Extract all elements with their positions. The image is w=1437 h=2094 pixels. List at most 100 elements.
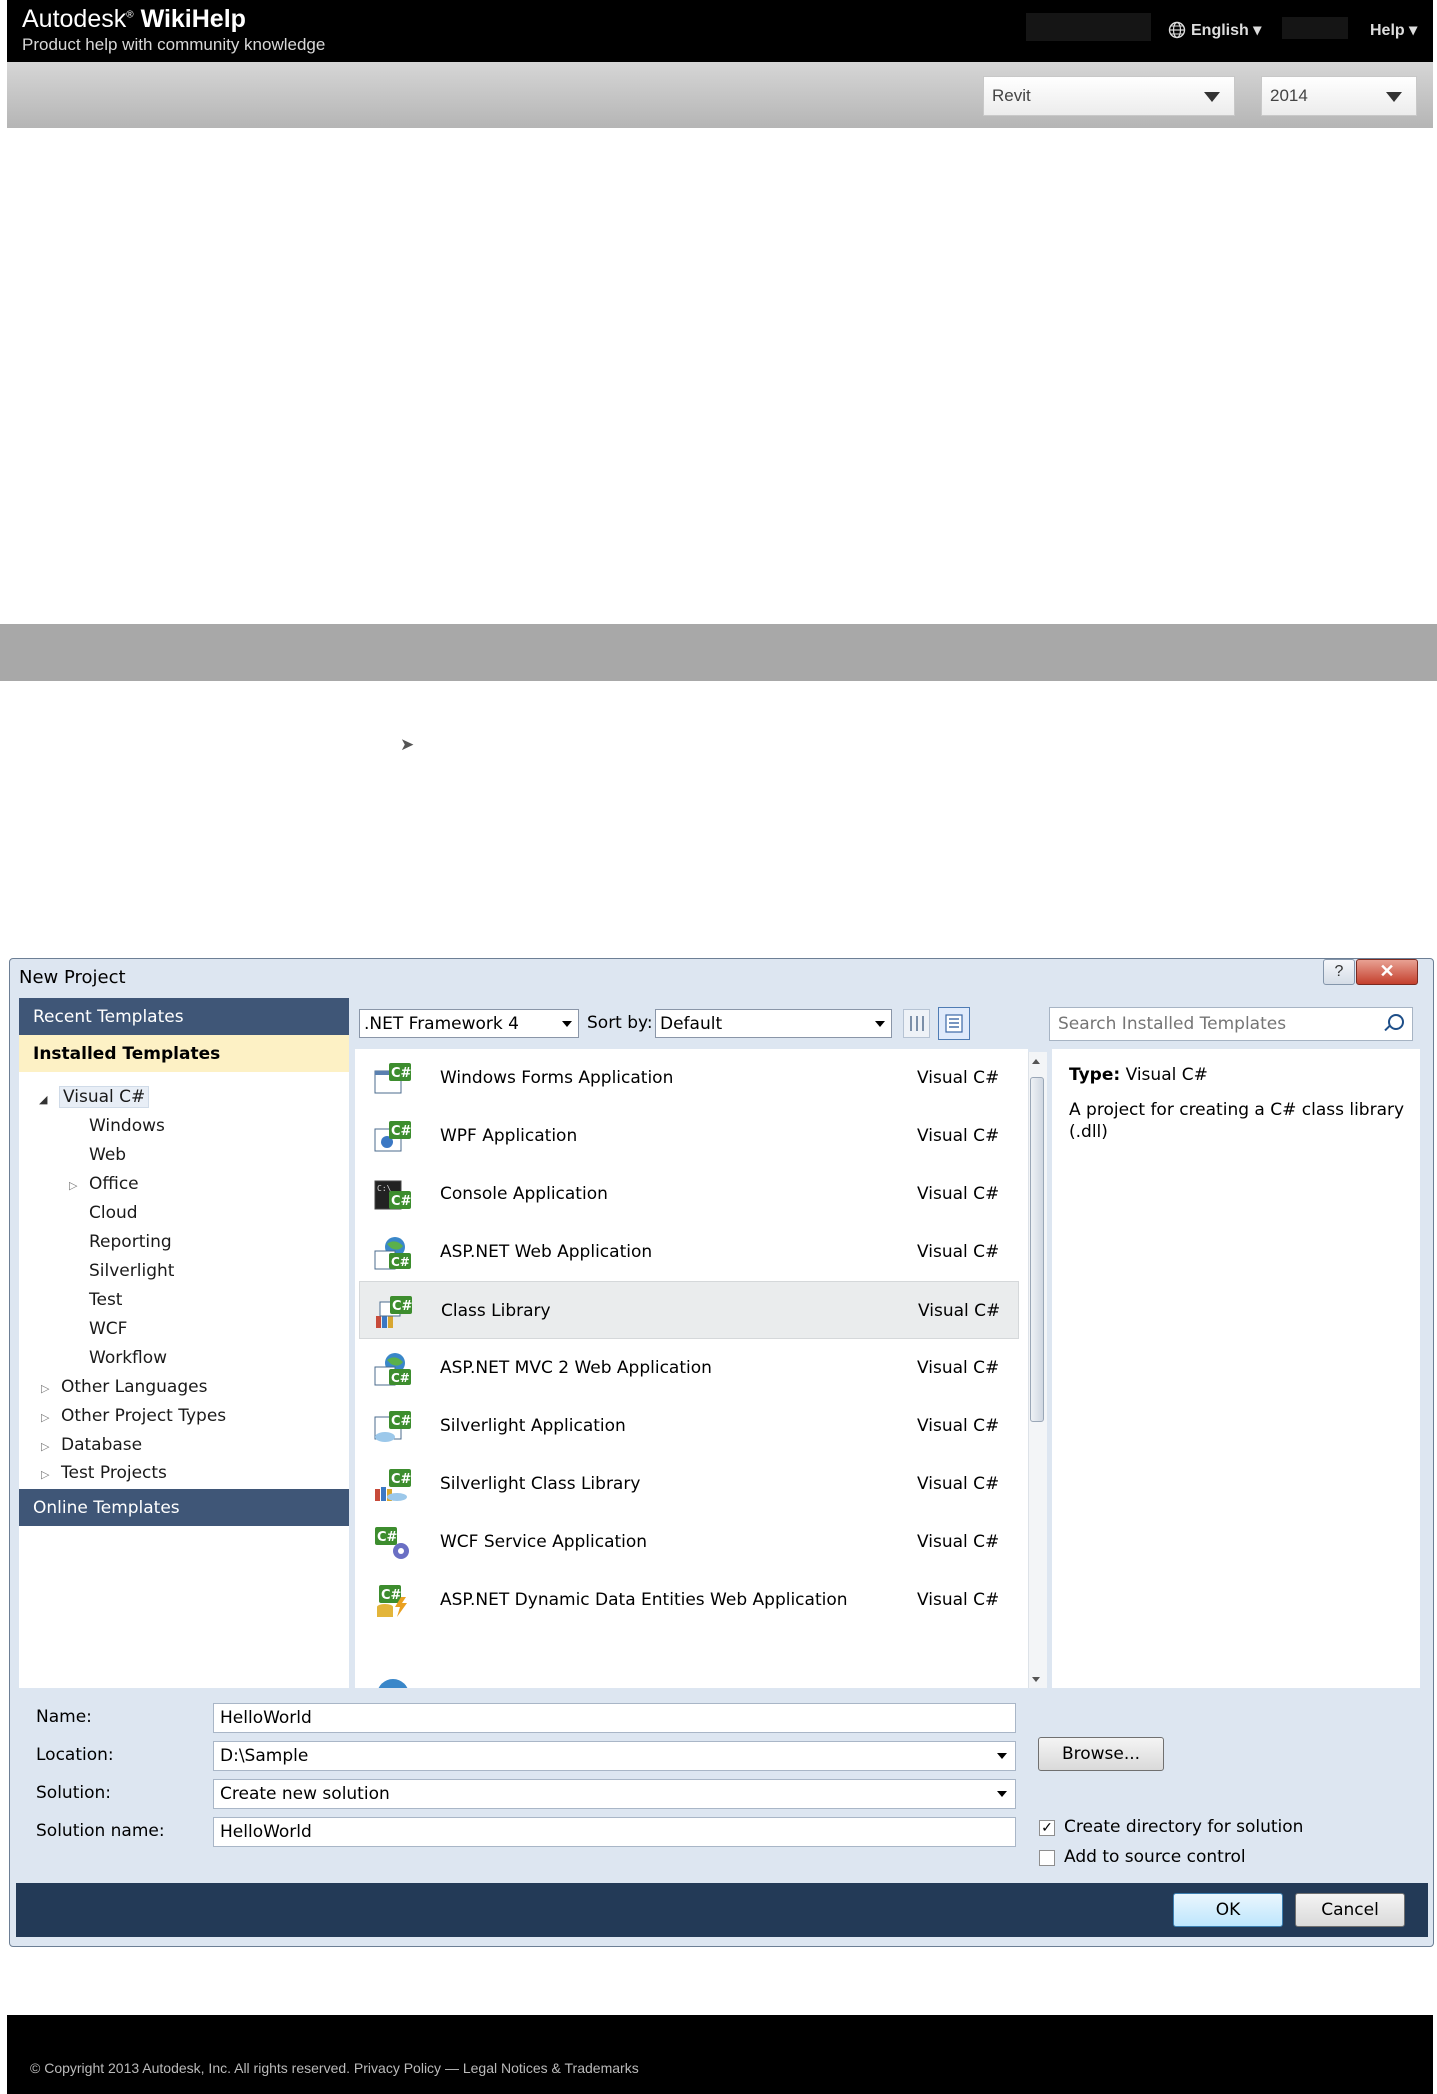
template-name: Silverlight Class Library <box>440 1474 641 1494</box>
template-language: Visual C# <box>917 1068 1000 1088</box>
tree-item-windows[interactable]: Windows <box>89 1116 165 1136</box>
chevron-down-icon <box>1386 92 1402 102</box>
location-value: D:\Sample <box>220 1746 309 1766</box>
template-language: Visual C# <box>917 1184 1000 1204</box>
site-tagline: Product help with community knowledge <box>22 35 326 54</box>
expanded-triangle-icon: ◢ <box>39 1093 48 1106</box>
solution-name-field[interactable]: HelloWorld <box>213 1817 1016 1847</box>
tree-item-other-project-types[interactable]: Other Project Types <box>61 1406 226 1426</box>
template-row[interactable]: C# ASP.NET Dynamic Data Entities Web App… <box>359 1571 1019 1629</box>
template-language: Visual C# <box>917 1242 1000 1262</box>
scrollbar-thumb[interactable] <box>1030 1077 1044 1422</box>
template-language: Visual C# <box>917 1416 1000 1436</box>
year-select[interactable]: 2014 <box>1261 76 1417 116</box>
location-field[interactable]: D:\Sample <box>213 1741 1016 1771</box>
template-row[interactable]: C# Silverlight Class Library Visual C# <box>359 1455 1019 1513</box>
header-placeholder-box <box>1026 13 1151 41</box>
tree-item-workflow[interactable]: Workflow <box>89 1348 167 1368</box>
framework-select[interactable]: .NET Framework 4 <box>359 1009 579 1038</box>
template-row[interactable]: C# Silverlight Application Visual C# <box>359 1397 1019 1455</box>
brand-product: WikiHelp <box>140 5 246 33</box>
help-menu[interactable]: Help ▾ <box>1370 20 1417 40</box>
brand-reg: ® <box>126 9 134 21</box>
view-bar <box>910 1016 912 1031</box>
online-templates[interactable]: Online Templates <box>19 1489 349 1526</box>
dialog-title: New Project <box>19 967 126 988</box>
collapsed-triangle-icon[interactable]: ▷ <box>41 1411 49 1424</box>
ok-button[interactable]: OK <box>1173 1893 1283 1927</box>
partial-template-icon <box>378 1679 408 1688</box>
svg-text:C#: C# <box>391 1371 410 1385</box>
solution-select[interactable]: Create new solution <box>213 1779 1016 1809</box>
tree-item-database[interactable]: Database <box>61 1435 142 1455</box>
section-divider-bar <box>0 624 1437 681</box>
scroll-up-icon[interactable] <box>1032 1059 1040 1064</box>
tree-item-wcf[interactable]: WCF <box>89 1319 127 1339</box>
site-logo[interactable]: Autodesk® WikiHelp <box>22 5 246 34</box>
medium-icons-view-button[interactable] <box>938 1007 970 1040</box>
collapsed-triangle-icon[interactable]: ▷ <box>41 1468 49 1481</box>
dialog-help-button[interactable]: ? <box>1323 959 1355 985</box>
template-row[interactable]: C# WPF Application Visual C# <box>359 1107 1019 1165</box>
name-field[interactable]: HelloWorld <box>213 1703 1016 1733</box>
template-row[interactable]: C:\ C# Console Application Visual C# <box>359 1165 1019 1223</box>
small-icons-view-button[interactable] <box>903 1009 930 1038</box>
solution-label: Solution: <box>36 1783 111 1803</box>
recent-templates[interactable]: Recent Templates <box>19 998 349 1035</box>
tree-item-reporting[interactable]: Reporting <box>89 1232 172 1252</box>
add-source-control-label: Add to source control <box>1064 1847 1246 1867</box>
svg-text:C#: C# <box>391 1194 412 1209</box>
template-row[interactable]: C# ASP.NET Web Application Visual C# <box>359 1223 1019 1281</box>
silverlight-class-library-icon: C# <box>375 1469 412 1501</box>
collapsed-triangle-icon[interactable]: ▷ <box>69 1179 77 1192</box>
sort-select[interactable]: Default <box>655 1009 892 1038</box>
template-name: Silverlight Application <box>440 1416 626 1436</box>
tree-item-office[interactable]: Office <box>89 1174 139 1194</box>
search-input[interactable] <box>1050 1008 1380 1040</box>
svg-text:C#: C# <box>381 1588 402 1603</box>
name-value: HelloWorld <box>220 1708 312 1728</box>
template-name: Class Library <box>441 1301 551 1321</box>
product-select[interactable]: Revit <box>983 76 1235 116</box>
year-select-value: 2014 <box>1270 86 1308 105</box>
collapsed-triangle-icon[interactable]: ▷ <box>41 1382 49 1395</box>
template-row[interactable]: C# Windows Forms Application Visual C# <box>359 1049 1019 1107</box>
template-row[interactable]: C# WCF Service Application Visual C# <box>359 1513 1019 1571</box>
solution-name-value: HelloWorld <box>220 1822 312 1842</box>
tree-item-other-languages[interactable]: Other Languages <box>61 1377 207 1397</box>
tree-item-cloud[interactable]: Cloud <box>89 1203 138 1223</box>
installed-templates[interactable]: Installed Templates <box>19 1035 349 1072</box>
name-label: Name: <box>36 1707 92 1727</box>
chevron-down-icon <box>562 1021 572 1027</box>
language-menu[interactable]: English ▾ <box>1168 20 1261 40</box>
browse-button[interactable]: Browse... <box>1038 1737 1164 1771</box>
tree-item-test-projects[interactable]: Test Projects <box>61 1463 167 1483</box>
template-row-selected[interactable]: C# Class Library Visual C# <box>359 1281 1019 1339</box>
svg-text:C#: C# <box>391 1414 412 1429</box>
svg-text:C#: C# <box>391 1066 412 1081</box>
template-row[interactable]: C# ASP.NET MVC 2 Web Application Visual … <box>359 1339 1019 1397</box>
search-templates-box[interactable] <box>1049 1007 1413 1041</box>
template-description: A project for creating a C# class librar… <box>1069 1100 1405 1142</box>
collapsed-triangle-icon[interactable]: ▷ <box>41 1440 49 1453</box>
cancel-button[interactable]: Cancel <box>1295 1893 1405 1927</box>
add-source-control-checkbox[interactable] <box>1039 1850 1055 1866</box>
solution-value: Create new solution <box>220 1784 390 1804</box>
tree-item-visual-csharp[interactable]: Visual C# <box>59 1086 150 1108</box>
footer-copyright[interactable]: © Copyright 2013 Autodesk, Inc. All righ… <box>30 2060 639 2076</box>
dialog-close-button[interactable]: ✕ <box>1356 959 1418 985</box>
create-directory-checkbox[interactable]: ✓ <box>1039 1820 1055 1836</box>
solution-name-label: Solution name: <box>36 1821 165 1841</box>
template-type-row: Type: Visual C# <box>1069 1065 1208 1085</box>
tree-item-web[interactable]: Web <box>89 1145 126 1165</box>
template-name: ASP.NET Web Application <box>440 1242 653 1262</box>
tree-item-test[interactable]: Test <box>89 1290 122 1310</box>
brand-name: Autodesk <box>22 5 127 33</box>
wpf-application-icon: C# <box>374 1121 412 1152</box>
template-language: Visual C# <box>917 1358 1000 1378</box>
chevron-down-icon[interactable] <box>997 1753 1007 1759</box>
windows-forms-icon: C# <box>374 1063 412 1094</box>
tree-item-silverlight[interactable]: Silverlight <box>89 1261 174 1281</box>
scroll-down-icon[interactable] <box>1032 1677 1040 1682</box>
search-icon[interactable] <box>1388 1014 1404 1030</box>
